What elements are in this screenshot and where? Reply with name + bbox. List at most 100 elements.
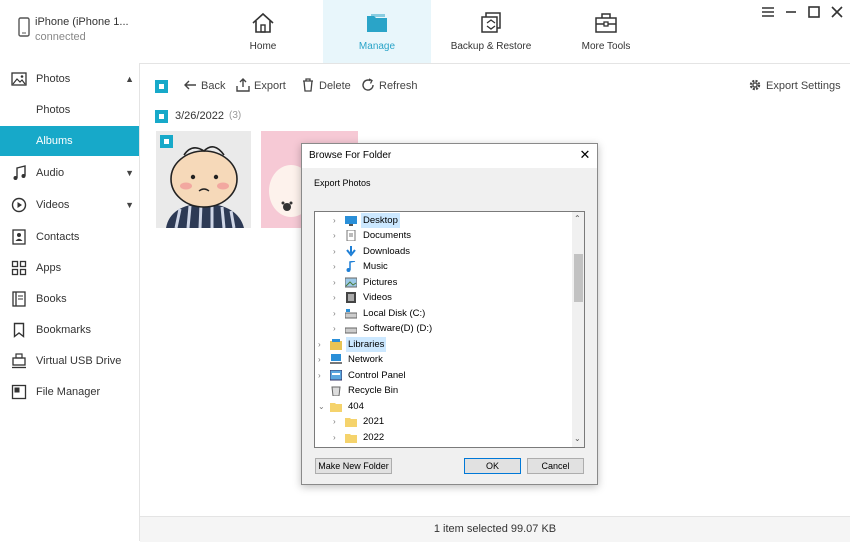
sidebar-item-label: Photos (36, 73, 71, 85)
export-settings-button[interactable]: Export Settings (748, 77, 841, 95)
desktop-icon (345, 216, 357, 226)
minimize-icon[interactable] (783, 4, 799, 20)
music-icon (346, 261, 356, 272)
file-manager-icon (11, 384, 27, 400)
chevron-right-icon[interactable]: › (333, 414, 343, 429)
backup-icon (481, 12, 501, 33)
sidebar-item-videos[interactable]: Videos ▼ (0, 190, 139, 220)
chevron-up-icon[interactable]: ▲ (125, 64, 134, 94)
tree-item-label: 2021 (363, 416, 385, 427)
photo-thumbnail[interactable] (156, 131, 251, 229)
close-icon[interactable] (829, 4, 845, 20)
date-group-checkbox[interactable] (155, 110, 168, 123)
disk-icon (345, 309, 357, 319)
refresh-label: Refresh (379, 80, 418, 92)
usb-icon (12, 353, 26, 369)
refresh-button[interactable]: Refresh (361, 77, 419, 95)
chevron-right-icon[interactable]: › (318, 368, 328, 383)
sidebar-item-label: Bookmarks (36, 324, 92, 336)
nav-more-tools-label: More Tools (581, 41, 631, 52)
nav-backup-label: Backup & Restore (450, 41, 532, 52)
pictures-icon (345, 277, 357, 288)
photo-icon (11, 72, 27, 86)
sidebar-item-label: Videos (36, 199, 70, 211)
chevron-down-icon[interactable]: ⌄ (318, 399, 328, 414)
sidebar-item-label: Apps (36, 262, 62, 274)
nav-home[interactable]: Home (203, 0, 323, 63)
chevron-right-icon[interactable]: › (333, 275, 343, 290)
select-all-checkbox[interactable] (155, 80, 168, 93)
ok-button[interactable]: OK (464, 458, 521, 474)
dialog-title: Browse For Folder (309, 150, 392, 161)
folder-icon (345, 434, 357, 443)
sidebar-item-books[interactable]: Books (0, 284, 139, 314)
refresh-icon (362, 78, 374, 91)
play-icon (11, 197, 27, 213)
device-name[interactable]: iPhone (iPhone 1... (35, 16, 129, 28)
tree-item-label: Desktop (361, 213, 400, 228)
gear-icon (749, 79, 761, 91)
sidebar-item-photos[interactable]: Photos ▲ (0, 64, 139, 94)
tree-item-label: Software(D) (D:) (363, 323, 433, 334)
sidebar-item-file-manager[interactable]: File Manager (0, 377, 139, 407)
chevron-right-icon[interactable]: › (333, 306, 343, 321)
date-group-label: 3/26/2022 (175, 110, 224, 122)
sidebar-item-apps[interactable]: Apps (0, 253, 139, 283)
back-label: Back (201, 80, 226, 92)
tree-item-label: Documents (363, 230, 412, 241)
tree-item-label: Network (348, 354, 383, 365)
chevron-right-icon[interactable]: › (333, 321, 343, 336)
nav-more-tools[interactable]: More Tools (551, 0, 661, 63)
arrow-left-icon (184, 80, 196, 90)
tree-item-label: Local Disk (C:) (363, 308, 426, 319)
menu-icon[interactable] (760, 4, 776, 20)
cancel-button[interactable]: Cancel (527, 458, 584, 474)
export-icon (236, 78, 250, 92)
sidebar-item-label: Audio (36, 167, 65, 179)
chevron-right-icon[interactable]: › (318, 352, 328, 367)
sidebar-item-photos-sub[interactable]: Photos (0, 95, 139, 125)
tree-item-label: Control Panel (348, 370, 406, 381)
sidebar-item-albums[interactable]: Albums (0, 126, 139, 156)
tree-item-label: Pictures (363, 277, 398, 288)
recycle-bin-icon (331, 386, 341, 396)
chevron-right-icon[interactable]: › (333, 259, 343, 274)
top-bar: iPhone (iPhone 1... connected Home Manag… (0, 0, 850, 64)
maximize-icon[interactable] (806, 4, 822, 20)
tree-item-label: Videos (363, 292, 392, 303)
control-panel-icon (330, 370, 342, 381)
chevron-right-icon[interactable]: › (318, 337, 328, 352)
chevron-down-icon[interactable]: ▼ (125, 158, 134, 188)
nav-manage[interactable]: Manage (323, 0, 431, 63)
network-icon (330, 354, 342, 364)
scroll-down-icon[interactable]: ⌄ (574, 434, 581, 443)
tree-scrollbar[interactable]: ⌃ ⌄ (572, 212, 584, 447)
chevron-down-icon[interactable]: ▼ (125, 190, 134, 220)
dialog-subtitle: Export Photos (314, 178, 371, 188)
browse-folder-dialog: Browse For Folder ✕ Export Photos › Desk… (301, 143, 598, 485)
delete-button[interactable]: Delete (301, 77, 353, 95)
chevron-right-icon[interactable]: › (333, 228, 343, 243)
chevron-right-icon[interactable]: › (333, 290, 343, 305)
dialog-close-icon[interactable]: ✕ (578, 148, 592, 162)
back-button[interactable]: Back (183, 77, 228, 95)
chevron-right-icon[interactable]: › (333, 430, 343, 445)
toolbox-icon (595, 13, 617, 33)
nav-backup-restore[interactable]: Backup & Restore (431, 0, 551, 63)
export-button[interactable]: Export (236, 77, 291, 95)
folder-tree[interactable]: › Desktop › Documents › Downloads › Musi… (314, 211, 585, 448)
sidebar-item-audio[interactable]: Audio ▼ (0, 158, 139, 188)
sidebar-item-contacts[interactable]: Contacts (0, 222, 139, 252)
make-new-folder-button[interactable]: Make New Folder (315, 458, 392, 474)
photo-checkbox[interactable] (160, 135, 173, 148)
scroll-thumb[interactable] (574, 254, 583, 302)
sidebar-item-virtual-usb[interactable]: Virtual USB Drive (0, 346, 139, 376)
sidebar-item-bookmarks[interactable]: Bookmarks (0, 315, 139, 345)
delete-label: Delete (319, 80, 351, 92)
scroll-up-icon[interactable]: ⌃ (574, 214, 581, 223)
chevron-right-icon[interactable]: › (333, 213, 343, 228)
documents-icon (346, 230, 356, 241)
chevron-right-icon[interactable]: › (333, 244, 343, 259)
date-group-count: (3) (229, 110, 242, 121)
disk-icon (345, 327, 357, 334)
